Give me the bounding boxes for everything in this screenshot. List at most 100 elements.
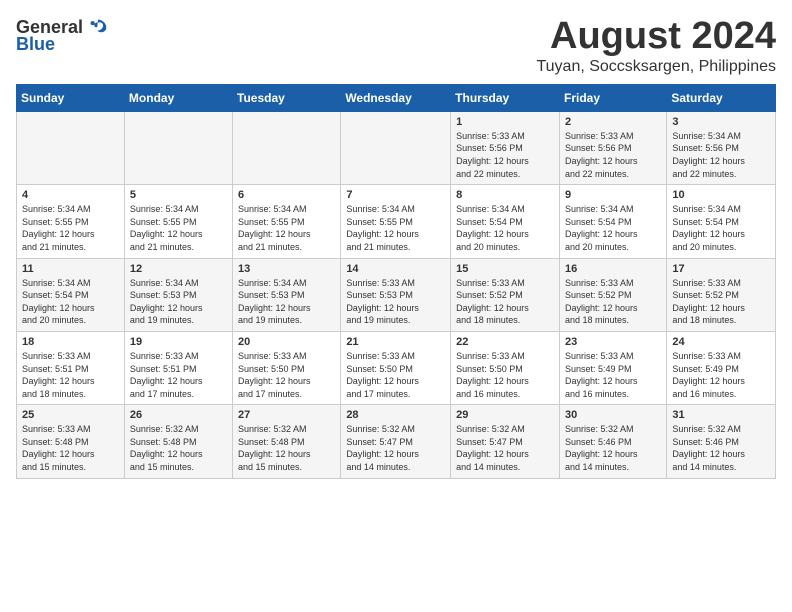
day-number: 31 bbox=[672, 409, 770, 421]
calendar-cell: 28 Sunrise: 5:32 AM Sunset: 5:47 PM Dayli… bbox=[341, 405, 451, 478]
calendar-cell: 1Sunrise: 5:33 AM Sunset: 5:56 PM Daylig… bbox=[451, 111, 560, 184]
day-info: Sunrise: 5:33 AM Sunset: 5:50 PM Dayligh… bbox=[238, 350, 335, 400]
day-number: 7 bbox=[346, 189, 445, 201]
day-info: Sunrise: 5:33 AM Sunset: 5:48 PM Dayligh… bbox=[22, 423, 119, 473]
day-info: Sunrise: 5:34 AM Sunset: 5:55 PM Dayligh… bbox=[130, 203, 227, 253]
calendar-cell: 26Sunrise: 5:32 AM Sunset: 5:48 PM Dayli… bbox=[124, 405, 232, 478]
day-info: Sunrise: 5:33 AM Sunset: 5:49 PM Dayligh… bbox=[565, 350, 661, 400]
calendar-cell: 21 Sunrise: 5:33 AM Sunset: 5:50 PM Dayli… bbox=[341, 331, 451, 404]
weekday-header-friday: Friday bbox=[559, 84, 666, 111]
day-info: Sunrise: 5:34 AM Sunset: 5:55 PM Dayligh… bbox=[22, 203, 119, 253]
calendar-cell: 18 Sunrise: 5:33 AM Sunset: 5:51 PM Dayli… bbox=[17, 331, 125, 404]
day-info: Sunrise: 5:32 AM Sunset: 5:46 PM Dayligh… bbox=[672, 423, 770, 473]
day-info: Sunrise: 5:32 AM Sunset: 5:46 PM Dayligh… bbox=[565, 423, 661, 473]
day-number: 4 bbox=[22, 189, 119, 201]
week-row-2: 4 Sunrise: 5:34 AM Sunset: 5:55 PM Daylig… bbox=[17, 185, 776, 258]
day-number: 10 bbox=[672, 189, 770, 201]
calendar-cell: 9 Sunrise: 5:34 AM Sunset: 5:54 PM Daylig… bbox=[559, 185, 666, 258]
day-number: 22 bbox=[456, 336, 554, 348]
day-number: 19 bbox=[130, 336, 227, 348]
weekday-header-monday: Monday bbox=[124, 84, 232, 111]
day-info: Sunrise: 5:33 AM Sunset: 5:49 PM Dayligh… bbox=[672, 350, 770, 400]
day-number: 28 bbox=[346, 409, 445, 421]
weekday-header-thursday: Thursday bbox=[451, 84, 560, 111]
calendar-cell: 5 Sunrise: 5:34 AM Sunset: 5:55 PM Daylig… bbox=[124, 185, 232, 258]
calendar-cell: 8 Sunrise: 5:34 AM Sunset: 5:54 PM Daylig… bbox=[451, 185, 560, 258]
day-number: 21 bbox=[346, 336, 445, 348]
day-number: 18 bbox=[22, 336, 119, 348]
day-info: Sunrise: 5:34 AM Sunset: 5:54 PM Dayligh… bbox=[456, 203, 554, 253]
day-info: Sunrise: 5:34 AM Sunset: 5:56 PM Dayligh… bbox=[672, 130, 770, 180]
day-number: 29 bbox=[456, 409, 554, 421]
day-number: 11 bbox=[22, 263, 119, 275]
day-info: Sunrise: 5:34 AM Sunset: 5:55 PM Dayligh… bbox=[346, 203, 445, 253]
day-number: 20 bbox=[238, 336, 335, 348]
day-info: Sunrise: 5:32 AM Sunset: 5:48 PM Dayligh… bbox=[130, 423, 227, 473]
day-number: 27 bbox=[238, 409, 335, 421]
day-info: Sunrise: 5:32 AM Sunset: 5:47 PM Dayligh… bbox=[346, 423, 445, 473]
calendar-cell: 16 Sunrise: 5:33 AM Sunset: 5:52 PM Dayli… bbox=[559, 258, 666, 331]
day-info: Sunrise: 5:34 AM Sunset: 5:53 PM Dayligh… bbox=[238, 277, 335, 327]
calendar-cell: 7 Sunrise: 5:34 AM Sunset: 5:55 PM Daylig… bbox=[341, 185, 451, 258]
day-number: 14 bbox=[346, 263, 445, 275]
day-info: Sunrise: 5:33 AM Sunset: 5:52 PM Dayligh… bbox=[672, 277, 770, 327]
day-number: 8 bbox=[456, 189, 554, 201]
calendar-cell bbox=[17, 111, 125, 184]
day-info: Sunrise: 5:33 AM Sunset: 5:52 PM Dayligh… bbox=[456, 277, 554, 327]
day-number: 13 bbox=[238, 263, 335, 275]
calendar-cell: 13 Sunrise: 5:34 AM Sunset: 5:53 PM Dayli… bbox=[233, 258, 341, 331]
calendar-cell: 22 Sunrise: 5:33 AM Sunset: 5:50 PM Dayli… bbox=[451, 331, 560, 404]
day-info: Sunrise: 5:34 AM Sunset: 5:54 PM Dayligh… bbox=[672, 203, 770, 253]
calendar-cell: 10 Sunrise: 5:34 AM Sunset: 5:54 PM Dayli… bbox=[667, 185, 776, 258]
day-number: 16 bbox=[565, 263, 661, 275]
day-number: 3 bbox=[672, 116, 770, 128]
day-info: Sunrise: 5:33 AM Sunset: 5:50 PM Dayligh… bbox=[346, 350, 445, 400]
logo-bird-icon bbox=[87, 16, 109, 38]
weekday-header-saturday: Saturday bbox=[667, 84, 776, 111]
calendar-cell: 3 Sunrise: 5:34 AM Sunset: 5:56 PM Daylig… bbox=[667, 111, 776, 184]
weekday-header-wednesday: Wednesday bbox=[341, 84, 451, 111]
day-number: 15 bbox=[456, 263, 554, 275]
calendar-cell bbox=[233, 111, 341, 184]
calendar-cell: 20 Sunrise: 5:33 AM Sunset: 5:50 PM Dayli… bbox=[233, 331, 341, 404]
day-info: Sunrise: 5:34 AM Sunset: 5:54 PM Dayligh… bbox=[565, 203, 661, 253]
weekday-header-sunday: Sunday bbox=[17, 84, 125, 111]
day-number: 12 bbox=[130, 263, 227, 275]
calendar-cell: 27Sunrise: 5:32 AM Sunset: 5:48 PM Dayli… bbox=[233, 405, 341, 478]
calendar-cell: 29 Sunrise: 5:32 AM Sunset: 5:47 PM Dayli… bbox=[451, 405, 560, 478]
calendar-cell: 4 Sunrise: 5:34 AM Sunset: 5:55 PM Daylig… bbox=[17, 185, 125, 258]
title-block: August 2024 Tuyan, Soccsksargen, Philipp… bbox=[536, 16, 776, 76]
day-info: Sunrise: 5:33 AM Sunset: 5:52 PM Dayligh… bbox=[565, 277, 661, 327]
day-info: Sunrise: 5:34 AM Sunset: 5:55 PM Dayligh… bbox=[238, 203, 335, 253]
calendar-table: SundayMondayTuesdayWednesdayThursdayFrid… bbox=[16, 84, 776, 479]
month-title: August 2024 bbox=[536, 16, 776, 58]
calendar-cell: 30 Sunrise: 5:32 AM Sunset: 5:46 PM Dayli… bbox=[559, 405, 666, 478]
calendar-cell: 2 Sunrise: 5:33 AM Sunset: 5:56 PM Daylig… bbox=[559, 111, 666, 184]
day-number: 23 bbox=[565, 336, 661, 348]
day-info: Sunrise: 5:33 AM Sunset: 5:51 PM Dayligh… bbox=[22, 350, 119, 400]
day-info: Sunrise: 5:34 AM Sunset: 5:53 PM Dayligh… bbox=[130, 277, 227, 327]
logo: General Blue bbox=[16, 16, 109, 55]
calendar-cell: 14Sunrise: 5:33 AM Sunset: 5:53 PM Dayli… bbox=[341, 258, 451, 331]
week-row-4: 18 Sunrise: 5:33 AM Sunset: 5:51 PM Dayli… bbox=[17, 331, 776, 404]
calendar-cell: 31 Sunrise: 5:32 AM Sunset: 5:46 PM Dayli… bbox=[667, 405, 776, 478]
calendar-cell: 15 Sunrise: 5:33 AM Sunset: 5:52 PM Dayli… bbox=[451, 258, 560, 331]
week-row-5: 25 Sunrise: 5:33 AM Sunset: 5:48 PM Dayli… bbox=[17, 405, 776, 478]
day-info: Sunrise: 5:34 AM Sunset: 5:54 PM Dayligh… bbox=[22, 277, 119, 327]
calendar-cell: 24Sunrise: 5:33 AM Sunset: 5:49 PM Dayli… bbox=[667, 331, 776, 404]
day-number: 9 bbox=[565, 189, 661, 201]
day-number: 30 bbox=[565, 409, 661, 421]
day-number: 25 bbox=[22, 409, 119, 421]
day-info: Sunrise: 5:33 AM Sunset: 5:56 PM Dayligh… bbox=[565, 130, 661, 180]
day-number: 6 bbox=[238, 189, 335, 201]
week-row-1: 1Sunrise: 5:33 AM Sunset: 5:56 PM Daylig… bbox=[17, 111, 776, 184]
day-number: 5 bbox=[130, 189, 227, 201]
location-title: Tuyan, Soccsksargen, Philippines bbox=[536, 58, 776, 76]
day-number: 2 bbox=[565, 116, 661, 128]
day-info: Sunrise: 5:32 AM Sunset: 5:47 PM Dayligh… bbox=[456, 423, 554, 473]
weekday-header-tuesday: Tuesday bbox=[233, 84, 341, 111]
calendar-cell: 19Sunrise: 5:33 AM Sunset: 5:51 PM Dayli… bbox=[124, 331, 232, 404]
day-info: Sunrise: 5:33 AM Sunset: 5:50 PM Dayligh… bbox=[456, 350, 554, 400]
logo-blue-text: Blue bbox=[16, 34, 55, 55]
calendar-cell: 23 Sunrise: 5:33 AM Sunset: 5:49 PM Dayli… bbox=[559, 331, 666, 404]
